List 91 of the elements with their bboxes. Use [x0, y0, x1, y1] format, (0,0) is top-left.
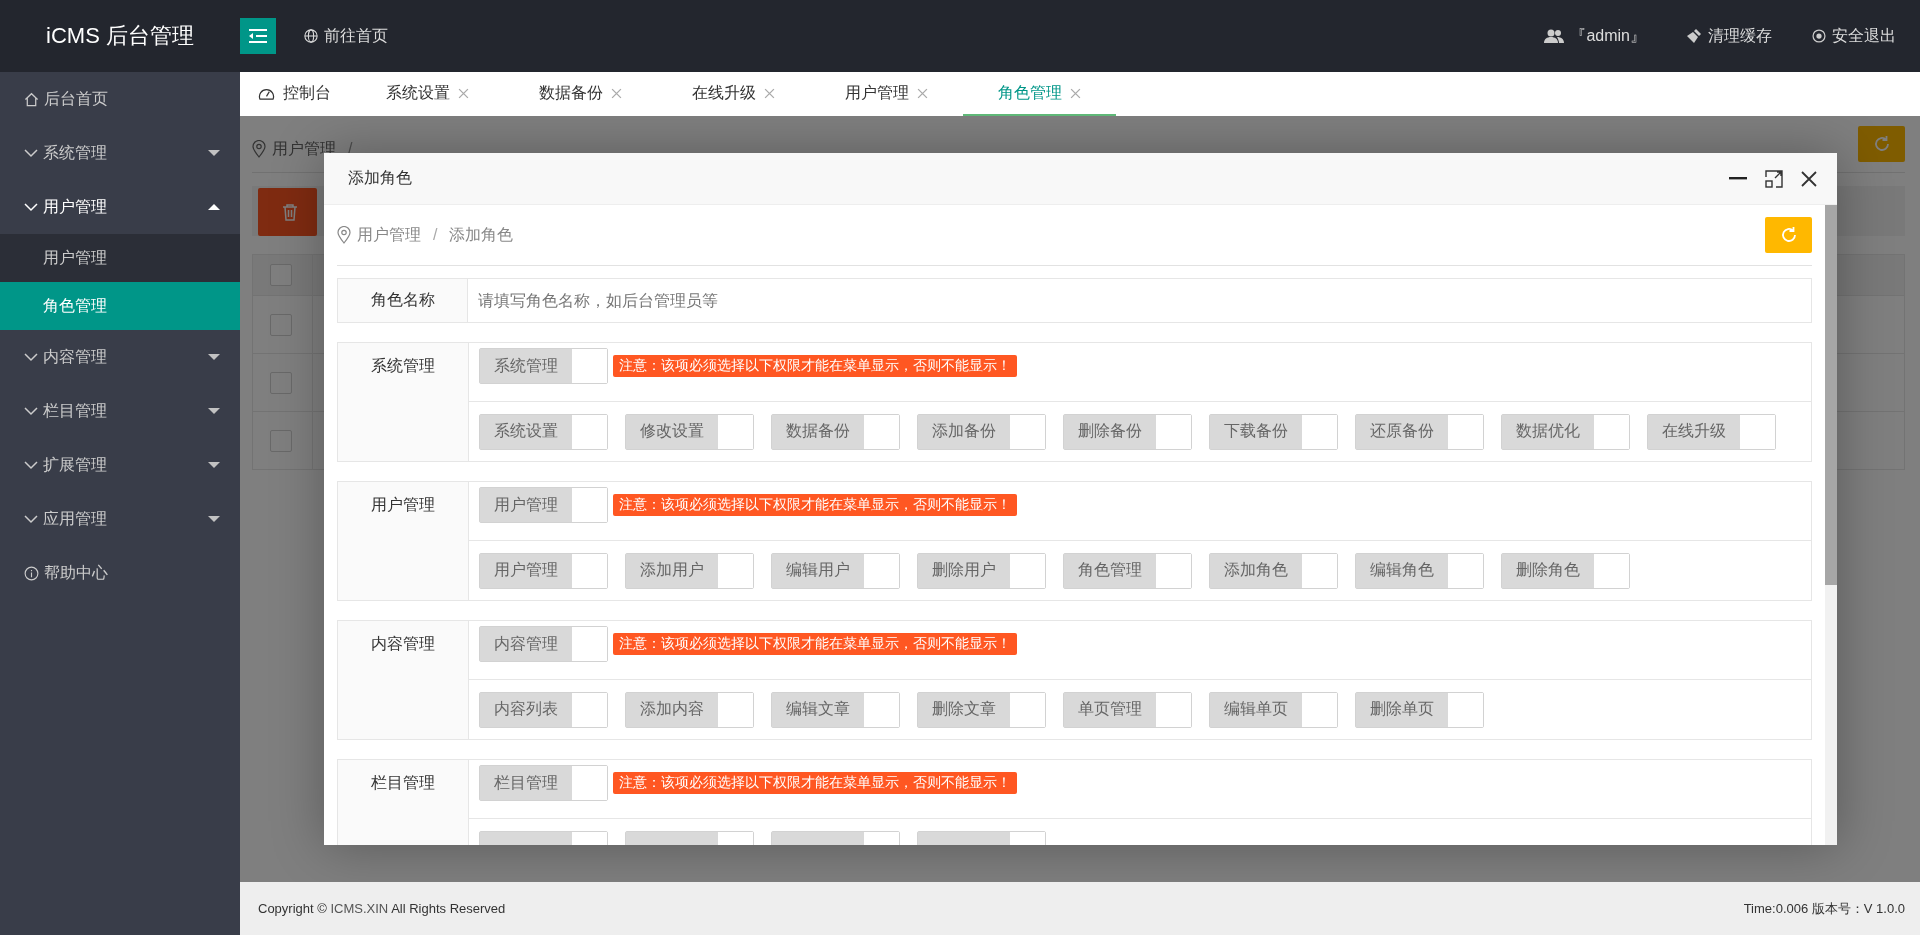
clear-cache-link[interactable]: 清理缓存 — [1686, 25, 1772, 47]
breadcrumb-item: 添加角色 — [449, 224, 514, 245]
row-checkbox[interactable] — [270, 429, 292, 452]
permission-checkbox[interactable]: 在线升级 — [1647, 413, 1776, 450]
permission-checkbox[interactable]: 栏目管理 — [479, 765, 608, 801]
home-icon — [24, 91, 39, 107]
sidebar-group[interactable]: 用户管理 — [0, 180, 240, 234]
permission-checkbox[interactable]: 添加备份 — [917, 413, 1046, 450]
permission-checkbox[interactable]: 系统设置 — [479, 413, 608, 450]
chevron-down-icon — [24, 202, 38, 212]
permission-checkbox[interactable]: 数据备份 — [771, 413, 900, 450]
permission-checkbox[interactable]: 添加用户 — [625, 552, 754, 589]
tab[interactable]: 控制台 — [240, 72, 351, 116]
copyright-text: Copyright © ICMS.XIN All Rights Reserved — [258, 901, 506, 916]
maximize-icon[interactable] — [1765, 169, 1783, 188]
permission-checkbox[interactable]: 删除角色 — [1501, 552, 1630, 589]
dialog-title: 添加角色 — [348, 168, 413, 188]
breadcrumb-item[interactable]: 用户管理 — [357, 224, 421, 246]
permission-checkbox[interactable]: 编辑单页 — [1209, 691, 1338, 728]
permission-checkbox[interactable]: 删除用户 — [917, 552, 1046, 589]
permission-checkbox[interactable]: 删除备份 — [1063, 413, 1192, 450]
permission-checkbox[interactable]: 下载备份 — [1209, 413, 1338, 450]
home-link[interactable]: 前往首页 — [304, 25, 388, 47]
chevron-down-icon — [24, 406, 38, 416]
sidebar-group[interactable]: 栏目管理 — [0, 384, 240, 438]
permission-checkbox[interactable]: 添加角色 — [1209, 552, 1338, 589]
select-all-checkbox[interactable] — [270, 264, 292, 286]
trash-icon — [282, 203, 298, 221]
minimize-icon[interactable] — [1729, 177, 1747, 180]
app-logo: iCMS 后台管理 — [45, 22, 195, 50]
role-name-field[interactable]: 请填写角色名称，如后台管理员等 — [468, 278, 1812, 323]
section-label: 栏目管理 — [338, 760, 469, 845]
globe-icon — [304, 29, 318, 43]
tab[interactable]: 在线升级 — [657, 72, 810, 116]
chevron-down-icon — [24, 460, 38, 470]
sidebar-subitem[interactable]: 用户管理 — [0, 234, 240, 282]
section-label: 系统管理 — [338, 343, 469, 461]
permission-checkbox[interactable]: 内容列表 — [479, 691, 608, 728]
permission-checkbox[interactable]: 角色管理 — [1063, 552, 1192, 589]
version-info: Time:0.006 版本号：V 1.0.0 — [1743, 899, 1905, 918]
tab[interactable]: 系统设置 — [351, 72, 504, 116]
info-icon — [24, 565, 39, 581]
close-icon[interactable] — [1801, 170, 1817, 187]
permission-checkbox[interactable]: 单页管理 — [1063, 691, 1192, 728]
permission-checkbox[interactable]: 还原备份 — [1355, 413, 1484, 450]
chevron-down-icon — [24, 514, 38, 524]
chevron-down-icon — [24, 148, 38, 158]
permission-checkbox[interactable]: 删除文章 — [917, 691, 1046, 728]
menu-toggle-button[interactable] — [240, 18, 276, 54]
location-icon — [252, 140, 266, 158]
section-label: 用户管理 — [338, 482, 469, 600]
permission-checkbox[interactable]: 编辑角色 — [1355, 552, 1484, 589]
permission-checkbox[interactable]: 内容管理 — [479, 626, 608, 662]
logout-link[interactable]: 安全退出 — [1812, 25, 1896, 47]
permission-checkbox[interactable]: 编辑用户 — [771, 552, 900, 589]
sidebar-item[interactable]: 后台首页 — [0, 72, 240, 126]
chevron-down-icon — [24, 352, 38, 362]
scrollbar[interactable] — [1825, 205, 1837, 845]
permission-checkbox[interactable]: 用户管理 — [479, 487, 608, 523]
warning-note: 注意：该项必须选择以下权限才能在菜单显示，否则不能显示！ — [613, 772, 1017, 794]
breadcrumb-item[interactable]: 用户管理 — [272, 138, 336, 160]
location-icon — [337, 226, 351, 244]
permission-checkbox[interactable]: 修改设置 — [625, 413, 754, 450]
sidebar-item[interactable]: 帮助中心 — [0, 546, 240, 600]
warning-note: 注意：该项必须选择以下权限才能在菜单显示，否则不能显示！ — [613, 494, 1017, 516]
permission-checkbox[interactable]: 用户管理 — [479, 552, 608, 589]
section-label: 内容管理 — [338, 621, 469, 739]
warning-note: 注意：该项必须选择以下权限才能在菜单显示，否则不能显示！ — [613, 355, 1017, 377]
sidebar-group[interactable]: 扩展管理 — [0, 438, 240, 492]
sidebar-group[interactable]: 系统管理 — [0, 126, 240, 180]
permission-checkbox[interactable]: 删除单页 — [1355, 691, 1484, 728]
warning-note: 注意：该项必须选择以下权限才能在菜单显示，否则不能显示！ — [613, 633, 1017, 655]
tab[interactable]: 用户管理 — [810, 72, 963, 116]
batch-delete-button[interactable] — [258, 188, 317, 236]
row-checkbox[interactable] — [270, 371, 292, 394]
permission-checkbox[interactable]: 添加内容 — [625, 691, 754, 728]
user-menu[interactable]: 『admin』 — [1544, 25, 1646, 47]
row-checkbox[interactable] — [270, 313, 292, 336]
refresh-button[interactable] — [1858, 126, 1905, 162]
refresh-button[interactable] — [1765, 217, 1812, 253]
site-link[interactable]: ICMS.XIN — [330, 901, 389, 916]
tab[interactable]: 数据备份 — [504, 72, 657, 116]
permission-checkbox[interactable]: 系统管理 — [479, 348, 608, 384]
permission-checkbox[interactable]: 编辑文章 — [771, 691, 900, 728]
sidebar-group[interactable]: 应用管理 — [0, 492, 240, 546]
sidebar-subitem[interactable]: 角色管理 — [0, 282, 240, 330]
field-label: 角色名称 — [337, 278, 468, 323]
sidebar-group[interactable]: 内容管理 — [0, 330, 240, 384]
breadcrumb-separator: / — [433, 226, 438, 244]
menu-icon — [249, 28, 267, 44]
permission-checkbox[interactable]: 数据优化 — [1501, 413, 1630, 450]
